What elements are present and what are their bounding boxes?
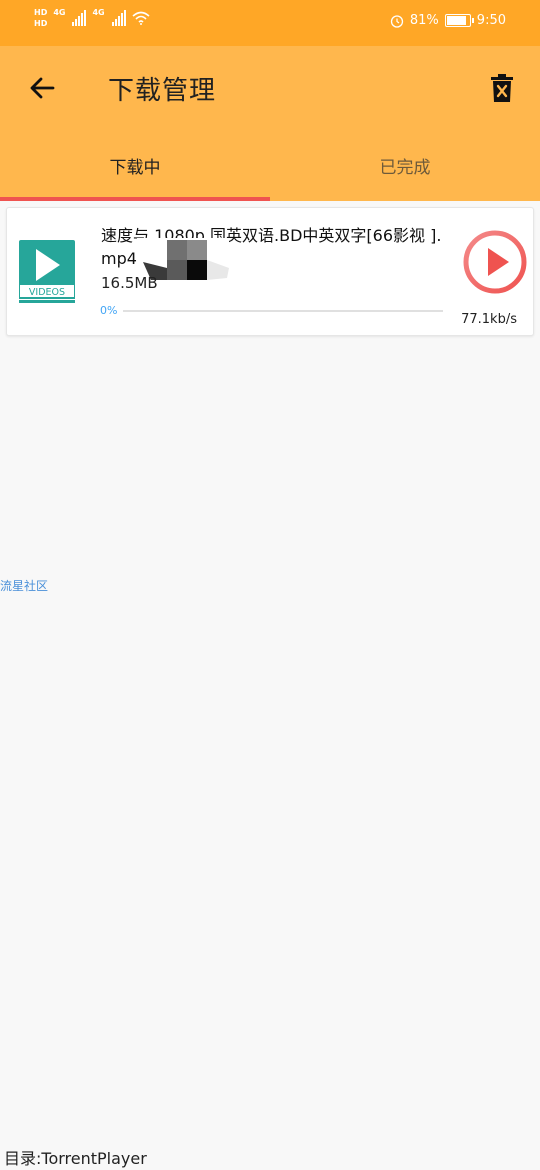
delete-button[interactable] [482, 68, 522, 108]
file-size: 16.5MB [101, 274, 158, 292]
hd-label-2: HD [34, 19, 48, 28]
play-button[interactable] [463, 230, 527, 294]
trash-icon [491, 74, 513, 102]
arrow-left-icon [30, 77, 55, 99]
status-left: HD HD 4G 4G [34, 8, 150, 28]
hd-label-1: HD [34, 8, 48, 17]
battery-percent: 81% [409, 13, 439, 28]
video-file-icon: VIDEOS [19, 240, 75, 303]
community-link[interactable]: 流星社区 [0, 577, 48, 594]
network-type-2: 4G [92, 8, 105, 17]
tab-bar: 下载中 已完成 [0, 130, 540, 201]
tab-indicator [0, 197, 270, 201]
status-right: 81% 9:50 [390, 13, 506, 28]
video-icon-label: VIDEOS [29, 287, 65, 298]
download-item[interactable]: VIDEOS 速度与 1080p.国英双语.BD中英双字[66影视 ].mp4 … [6, 207, 534, 336]
page-title: 下载管理 [108, 76, 217, 106]
tab-downloading-label: 下载中 [109, 158, 161, 178]
wifi-icon [132, 11, 150, 25]
footer-directory: 目录:TorrentPlayer [4, 1149, 147, 1168]
network-type-1: 4G [53, 8, 66, 17]
signal-icon-2 [111, 10, 126, 26]
progress-bar [123, 310, 443, 312]
app-bar: 下载管理 [0, 46, 540, 130]
tab-completed[interactable]: 已完成 [270, 130, 540, 201]
battery-icon [444, 14, 474, 27]
status-bar: HD HD 4G 4G 81% 9:50 [0, 0, 540, 46]
back-button[interactable] [22, 68, 62, 108]
tab-downloading[interactable]: 下载中 [0, 130, 270, 201]
signal-icon-1 [72, 10, 87, 26]
hd-indicator: HD HD [34, 8, 47, 28]
clock: 9:50 [476, 13, 506, 28]
download-speed: 77.1kb/s [461, 312, 517, 327]
alarm-icon [390, 14, 404, 28]
progress-percent: 0% [100, 304, 118, 317]
tab-completed-label: 已完成 [379, 158, 431, 178]
